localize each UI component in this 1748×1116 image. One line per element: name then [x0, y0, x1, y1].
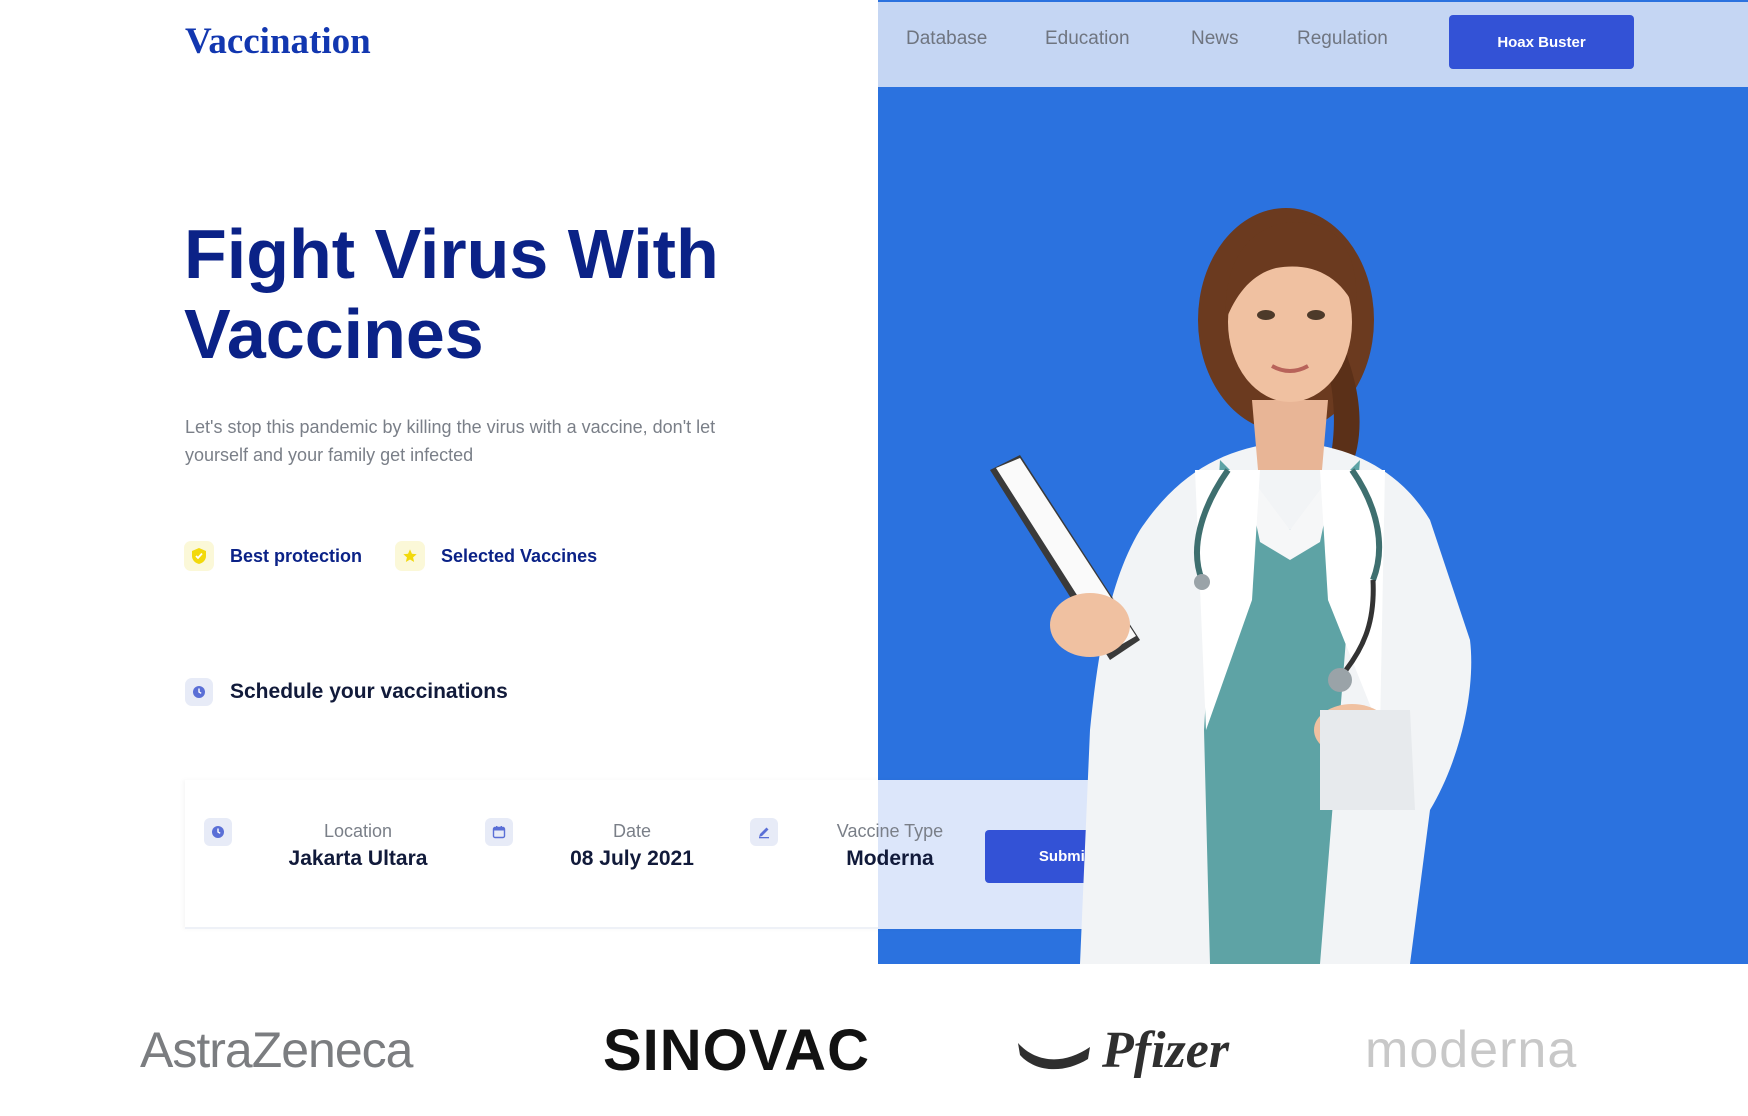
vaccine-type-label: Vaccine Type	[836, 821, 944, 841]
calendar-icon	[485, 818, 513, 846]
date-field[interactable]: Date 08 July 2021	[537, 821, 727, 871]
astrazeneca-logo: AstraZeneca	[140, 1022, 413, 1078]
schedule-heading: Schedule your vaccinations	[185, 678, 508, 706]
sinovac-logo: SINOVAC	[603, 1017, 870, 1083]
doctor-image	[990, 208, 1472, 964]
location-field[interactable]: Location Jakarta Ultara	[260, 821, 456, 871]
pfizer-wordmark: Pfizer	[1102, 1021, 1230, 1079]
clock-icon	[204, 818, 232, 846]
feature-label: Selected Vaccines	[441, 545, 598, 566]
hero-description: Let's stop this pandemic by killing the …	[185, 417, 716, 465]
pen-icon	[750, 818, 778, 846]
schedule-label: Schedule your vaccinations	[230, 680, 508, 703]
shield-check-icon	[184, 541, 214, 571]
nav-education[interactable]: Education	[1045, 28, 1130, 50]
location-label: Location	[323, 821, 393, 841]
pfizer-swoosh-icon	[1018, 1043, 1090, 1070]
feature-label: Best protection	[230, 545, 363, 566]
moderna-logo: moderna	[1365, 1021, 1578, 1079]
nav-regulation[interactable]: Regulation	[1297, 28, 1388, 50]
vaccine-type-field[interactable]: Vaccine Type Moderna	[810, 821, 970, 871]
hero-title-line-2: Vaccines	[184, 295, 484, 373]
date-label: Date	[612, 821, 652, 841]
star-icon	[395, 541, 425, 571]
hoax-buster-button[interactable]: Hoax Buster	[1449, 15, 1634, 69]
hero-title: Fight Virus With Vaccines	[184, 214, 884, 374]
nav-database[interactable]: Database	[906, 28, 987, 50]
pfizer-logo: Pfizer	[1016, 1015, 1229, 1085]
feature-selected-vaccines: Selected Vaccines	[395, 539, 597, 573]
feature-best-protection: Best protection	[184, 539, 362, 573]
nav-news[interactable]: News	[1191, 28, 1239, 50]
date-value[interactable]: 08 July 2021	[537, 847, 727, 871]
hero-title-line-1: Fight Virus With	[184, 215, 719, 293]
location-value[interactable]: Jakarta Ultara	[260, 847, 456, 871]
vaccine-type-value[interactable]: Moderna	[810, 847, 970, 871]
site-logo[interactable]: Vaccination	[185, 20, 371, 63]
clock-icon	[185, 678, 213, 706]
